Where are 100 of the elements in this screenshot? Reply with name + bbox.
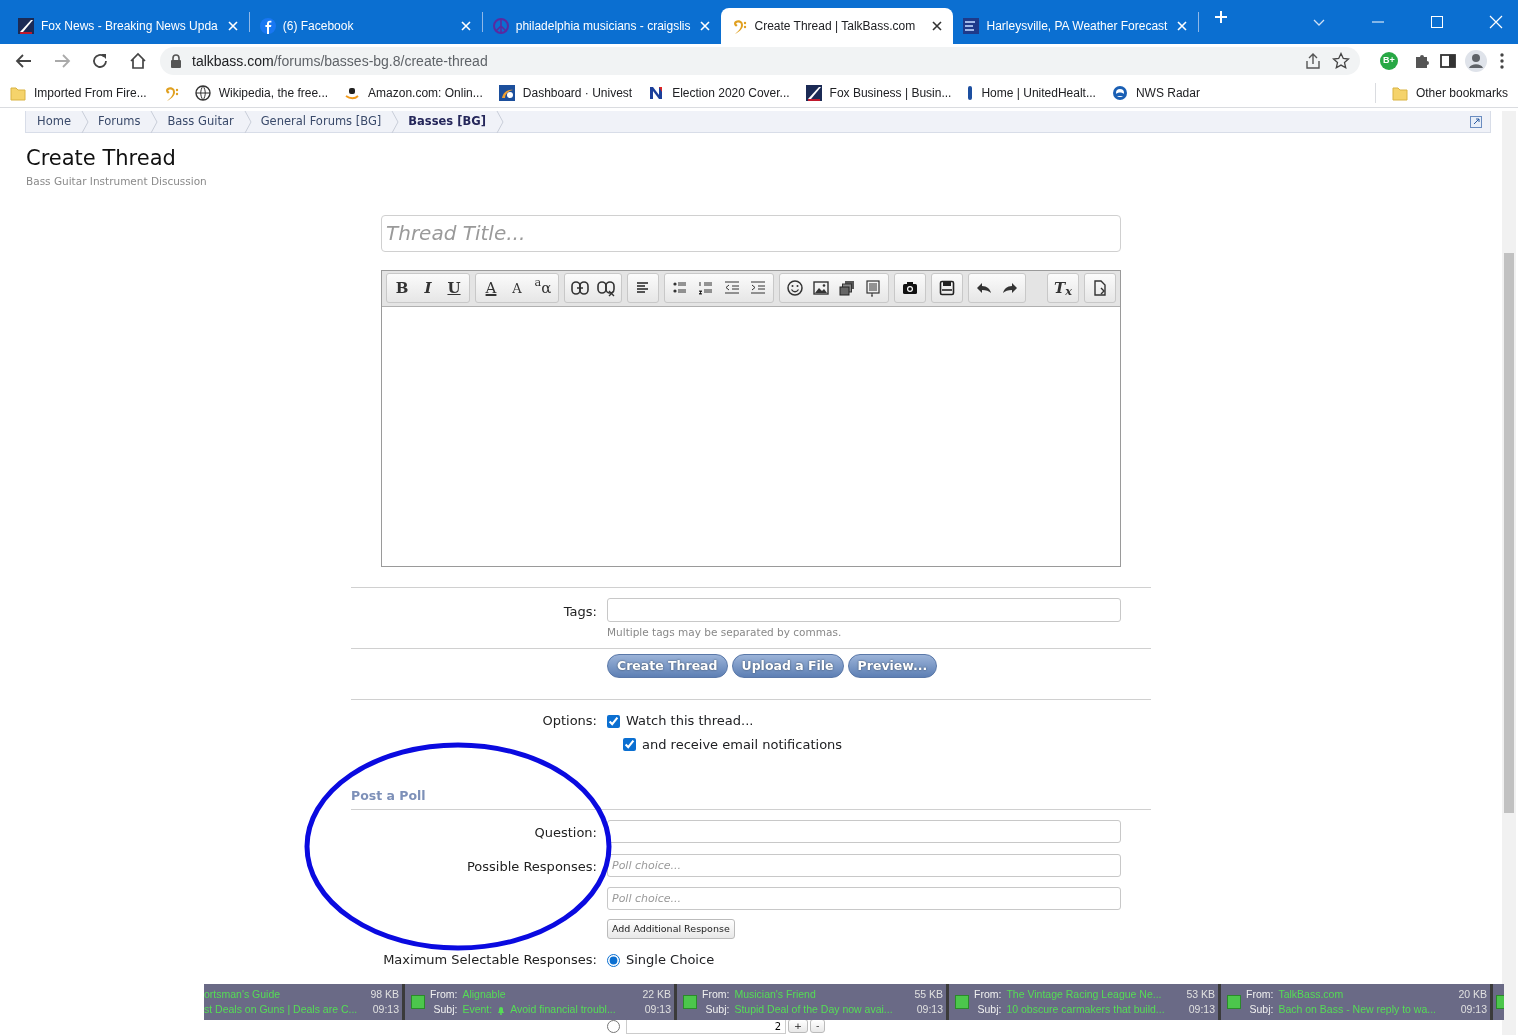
sender-name: The Vintage Racing League Ne... xyxy=(1006,987,1163,1002)
size-text: 98 KB xyxy=(370,987,399,1002)
checkbox[interactable] xyxy=(607,714,620,728)
breadcrumb-link[interactable]: Bass Guitar xyxy=(158,112,244,131)
field-label: Question: xyxy=(533,824,597,843)
new-tab-icon[interactable] xyxy=(1213,9,1230,25)
radio-label: Single Choice xyxy=(626,951,715,970)
bookmark-item[interactable]: Imported From Fire... xyxy=(10,83,147,102)
notification-card[interactable]: ortsman's Guide st Deals on Guns | Deals are C... 98 KB 09:13 xyxy=(204,984,402,1020)
sender-label: From: xyxy=(1246,987,1274,1002)
scrollbar-thumb[interactable] xyxy=(1504,253,1514,813)
maximize-icon[interactable] xyxy=(1430,15,1444,29)
image-icon xyxy=(812,279,830,298)
radio-button[interactable] xyxy=(607,1019,620,1033)
breadcrumb-link[interactable]: General Forums [BG] xyxy=(251,112,392,131)
size-text: 55 KB xyxy=(914,987,943,1002)
bold-button[interactable]: B xyxy=(389,275,415,302)
bell-icon xyxy=(496,1004,507,1015)
section-heading: Post a Poll xyxy=(351,787,1151,811)
checkbox[interactable] xyxy=(623,738,636,752)
page-subtitle: Bass Guitar Instrument Discussion xyxy=(26,174,208,190)
subject-label: Subj: xyxy=(705,1002,730,1017)
bookmark-item[interactable]: Dashboard · Univest xyxy=(498,83,633,102)
poll-choice-field[interactable]: Poll choice... xyxy=(607,854,1121,878)
peace-sign-icon xyxy=(492,18,509,34)
chevron-separator-icon xyxy=(80,110,89,133)
folder-icon xyxy=(1391,84,1408,101)
italic-button[interactable]: I xyxy=(415,275,441,302)
browser-tab[interactable]: Harleysville, PA Weather Forecast xyxy=(953,8,1199,44)
rich-text-editor[interactable]: B I U A A $^{a}$α T$_{x}$ xyxy=(381,269,1121,567)
stacked-images-icon xyxy=(838,279,856,298)
browser-tab[interactable]: Fox News - Breaking News Upda xyxy=(8,8,249,44)
font-button[interactable]: $^{a}$α xyxy=(530,275,556,302)
browser-tab[interactable]: Create Thread | TalkBass.com xyxy=(721,8,954,44)
browser-tab[interactable]: (6) Facebook xyxy=(249,8,482,44)
bookmark-item[interactable]: Wikipedia, the free... xyxy=(194,83,329,102)
home-icon[interactable] xyxy=(128,51,148,71)
bookmark-item[interactable]: Other bookmarks xyxy=(1391,83,1508,102)
sender-label: From: xyxy=(702,987,730,1002)
slash-logo-icon xyxy=(805,84,822,101)
star-icon[interactable] xyxy=(1332,52,1350,70)
sender-label: From: xyxy=(430,987,458,1002)
sender-name: ortsman's Guide xyxy=(204,987,282,1002)
subject-text: 10 obscure carmakers that build... xyxy=(1006,1002,1166,1017)
side-panel-icon[interactable] xyxy=(1438,51,1458,71)
document-icon xyxy=(864,279,882,298)
address-bar[interactable]: talkbass.com/forums/basses-bg.8/create-thread xyxy=(160,47,1360,75)
popout-icon[interactable] xyxy=(1470,115,1482,128)
question-field[interactable] xyxy=(607,820,1121,844)
notification-card[interactable]: From: Subj: TalkBass.com Bach on Bass - New reply to wa... 20 KB 09:13 xyxy=(1221,984,1490,1020)
underline-button[interactable]: U xyxy=(441,275,467,302)
chevron-separator-icon xyxy=(243,110,252,133)
bookmark-item[interactable]: Fox Business | Busin... xyxy=(805,83,952,102)
thread-title-field[interactable]: Thread Title... xyxy=(381,214,1121,252)
profile-avatar-icon[interactable] xyxy=(1464,49,1488,73)
font-size-button[interactable]: A xyxy=(504,275,530,302)
subject-label: Subj: xyxy=(977,1002,1002,1017)
share-icon[interactable] xyxy=(1304,52,1322,70)
globe-icon xyxy=(194,84,211,101)
notification-card[interactable]: From: Subj: Musician's Friend Stupid Deal of the Day now avai... 55 KB 09:13 xyxy=(677,984,946,1020)
breadcrumb-link[interactable]: Home xyxy=(28,112,81,131)
radio-button[interactable] xyxy=(607,953,620,967)
notification-card[interactable]: From: Subj: The Vintage Racing League Ne... 10 obscure carmakers that build... 53 KB 09:13 xyxy=(949,984,1218,1020)
field-label: Tags: xyxy=(562,602,597,621)
sender-name: Alignable xyxy=(462,987,507,1002)
size-text: 22 KB xyxy=(642,987,671,1002)
size-text: 53 KB xyxy=(1186,987,1215,1002)
add-response-button[interactable]: Add Additional Response xyxy=(607,919,735,940)
text-color-button[interactable]: A xyxy=(478,275,504,302)
smiley-icon xyxy=(786,279,804,298)
radar-logo-icon xyxy=(1111,84,1128,101)
poll-choice-field[interactable]: Poll choice... xyxy=(607,887,1121,911)
numbered-list-icon xyxy=(697,279,715,298)
bookmark-item[interactable]: Home | UnitedHealt... xyxy=(967,83,1096,102)
folder-icon xyxy=(10,84,26,101)
reload-icon[interactable] xyxy=(90,51,110,71)
status-square-icon xyxy=(955,995,969,1009)
n-logo-icon xyxy=(648,84,665,101)
bookmark-item[interactable]: Election 2020 Cover... xyxy=(648,83,790,102)
slash-logo-icon xyxy=(18,18,34,34)
bookmark-item[interactable]: Amazon.com: Onlin... xyxy=(344,83,483,102)
status-square-icon xyxy=(683,995,697,1009)
bar-logo-icon xyxy=(967,84,974,101)
swoosh-logo-icon xyxy=(498,84,515,101)
page-title: Create Thread xyxy=(26,147,177,171)
scrollbar[interactable] xyxy=(1502,111,1516,1035)
document-icon xyxy=(1091,279,1109,298)
notification-card[interactable]: From: Subj: Alignable Event: Avoid financial troubl... 22 KB 09:13 xyxy=(405,984,674,1020)
tags-field[interactable] xyxy=(607,597,1121,622)
breadcrumb-link[interactable]: Basses [BG] xyxy=(399,112,496,131)
browser-tab[interactable]: philadelphia musicians - craigslis xyxy=(482,8,722,44)
field-label: Maximum Selectable Responses: xyxy=(382,951,597,970)
subject-text: Avoid financial troubl... xyxy=(510,1002,616,1017)
remove-format-button[interactable]: T$_{x}$ xyxy=(1050,275,1076,302)
time-text: 09:13 xyxy=(916,1002,943,1017)
subject-text: Bach on Bass - New reply to wa... xyxy=(1278,1002,1437,1017)
url-text: talkbass.com/forums/basses-bg.8/create-thread xyxy=(192,51,488,71)
bookmark-item[interactable]: NWS Radar xyxy=(1111,83,1200,102)
breadcrumb-link[interactable]: Forums xyxy=(88,112,151,131)
checkbox-label: Watch this thread... xyxy=(626,712,754,731)
